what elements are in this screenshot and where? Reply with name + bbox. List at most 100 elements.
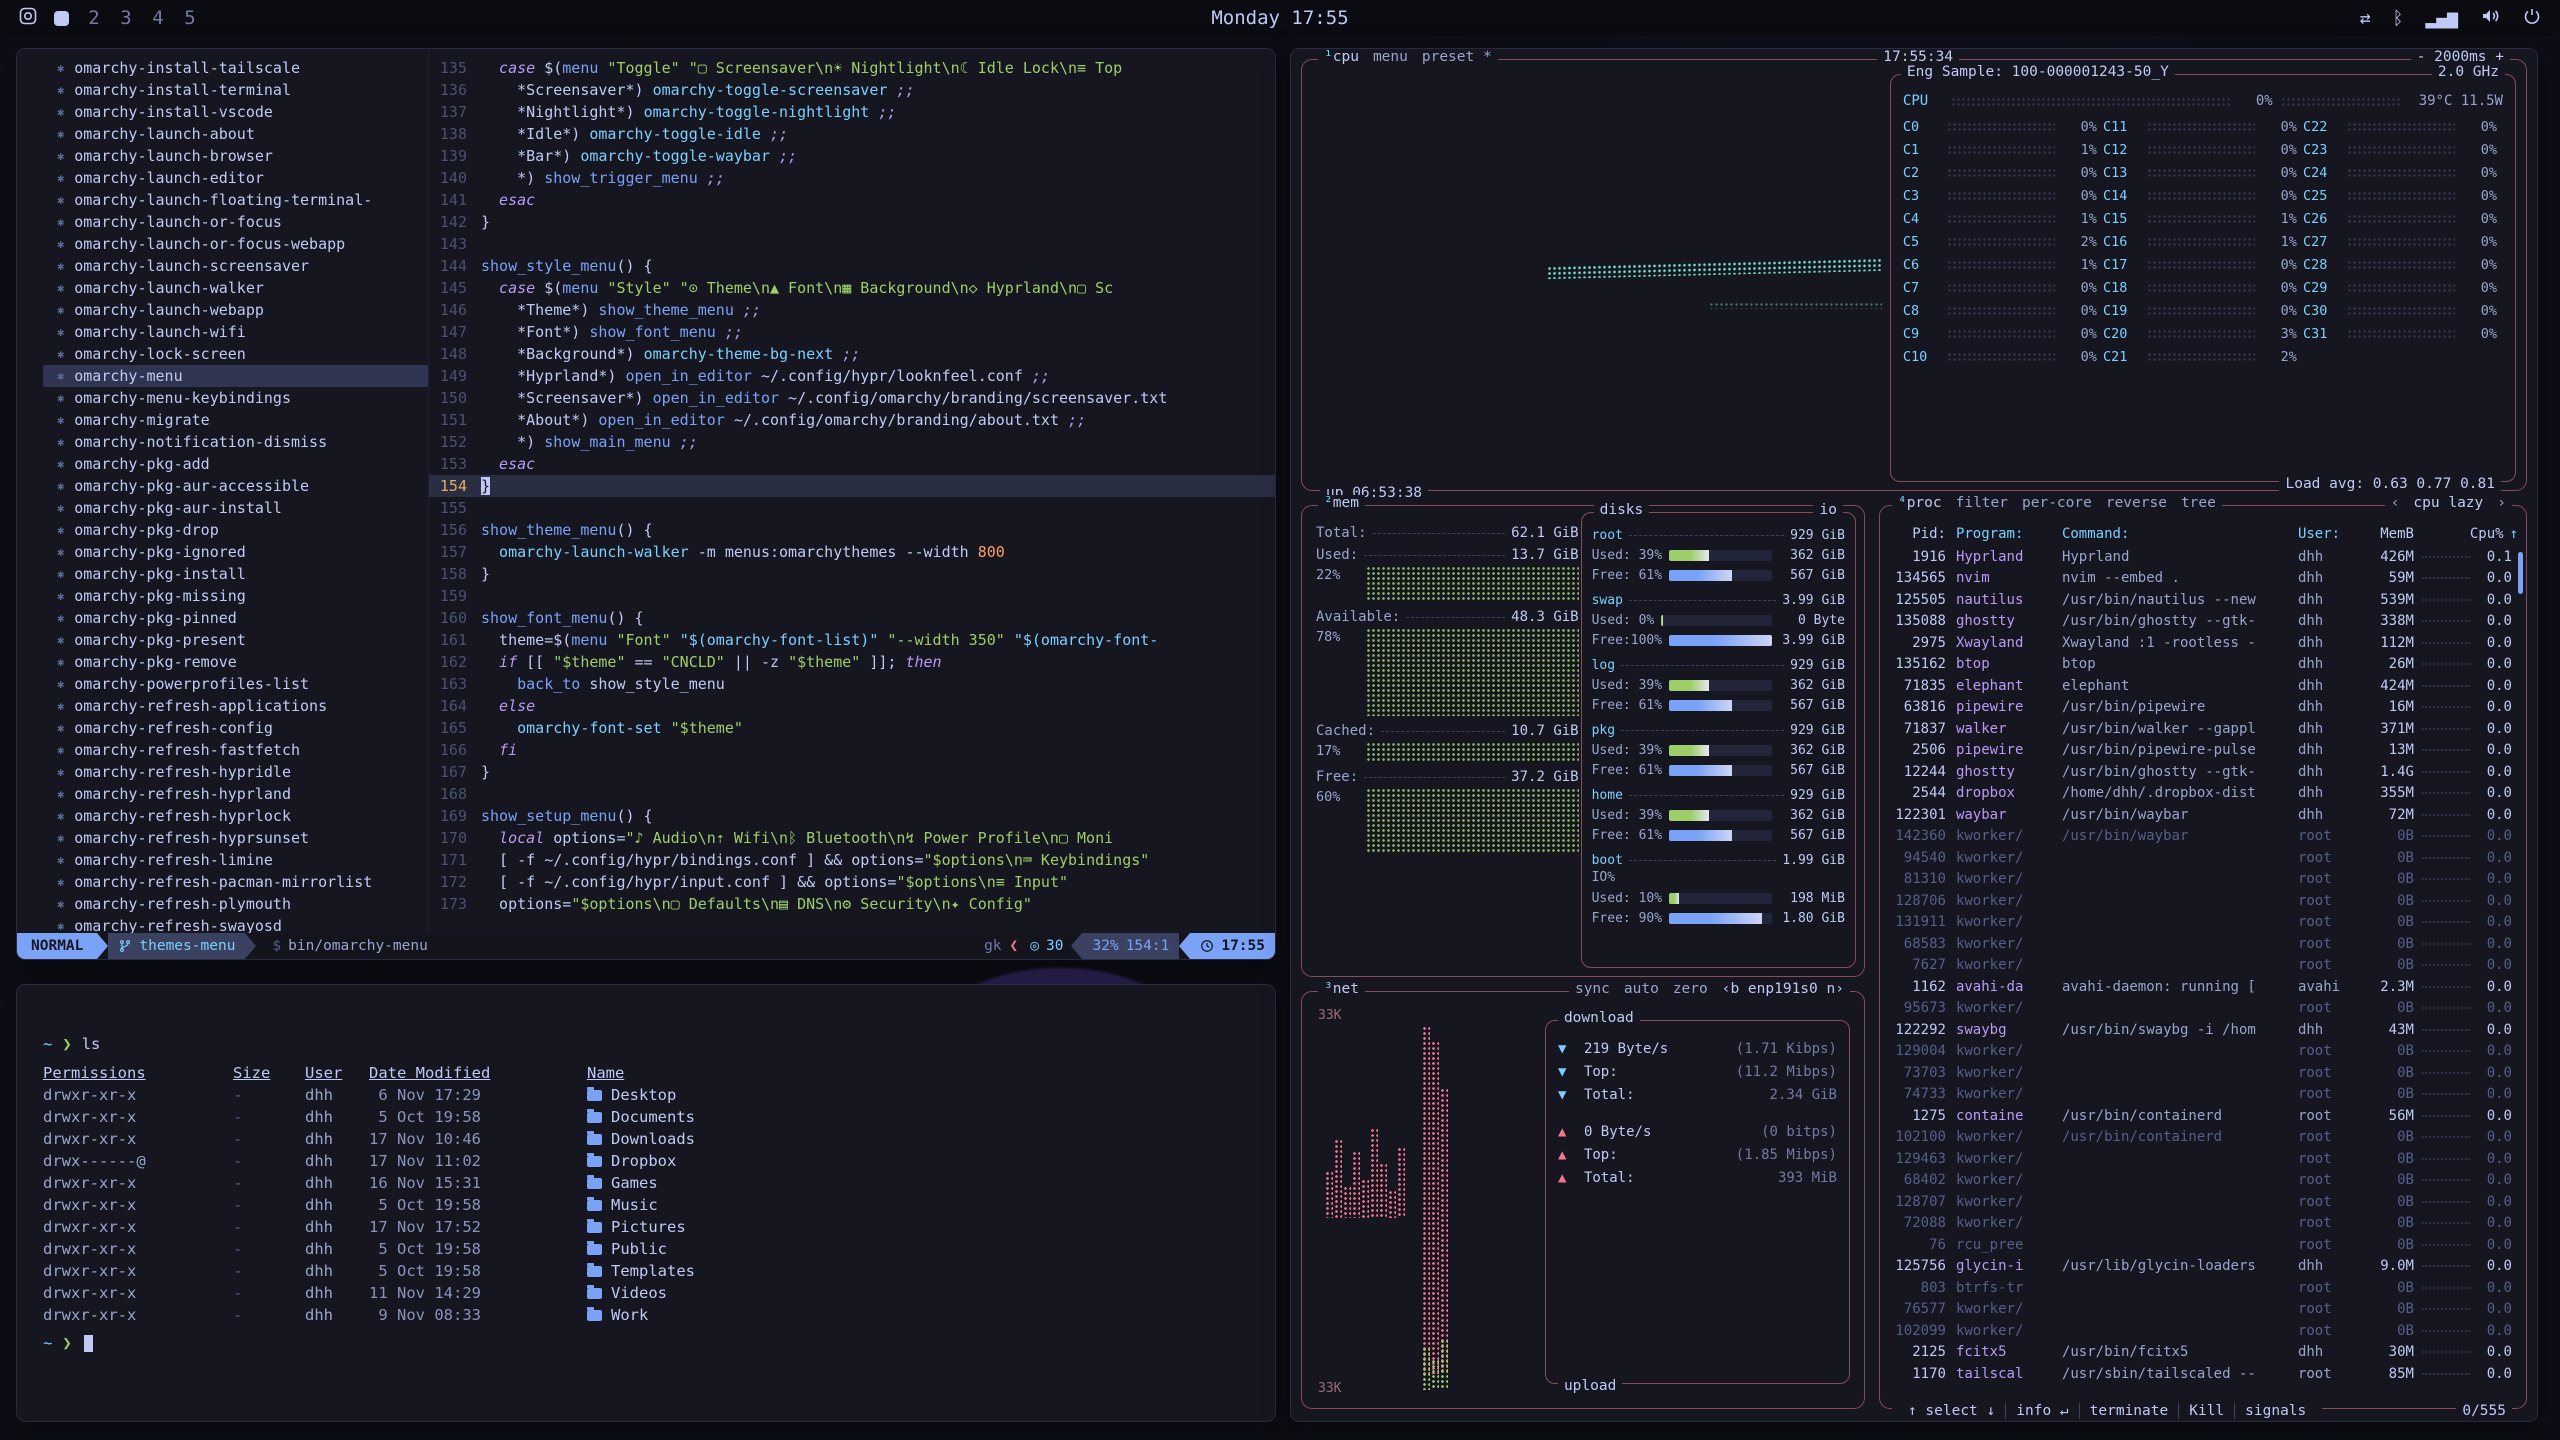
proc-footer-action[interactable]: terminate [2080, 1403, 2180, 1419]
reverse-toggle[interactable]: reverse [2106, 495, 2167, 511]
file-item[interactable]: ✱ omarchy-launch-webapp [43, 299, 428, 321]
process-row[interactable]: 74733 kworker/ root 0B 0.0 [1890, 1084, 2518, 1106]
net-auto-toggle[interactable]: auto [1624, 981, 1659, 997]
process-row[interactable]: 81310 kworker/ root 0B 0.0 [1890, 869, 2518, 891]
file-item[interactable]: ✱ omarchy-launch-about [43, 123, 428, 145]
file-item[interactable]: ✱ omarchy-refresh-hyprlock [43, 805, 428, 827]
net-sync-toggle[interactable]: sync [1575, 981, 1610, 997]
workspace-button[interactable]: 4 [151, 7, 165, 29]
process-row[interactable]: 134565 nvim nvim --embed . dhh 59M 0.0 [1890, 568, 2518, 590]
process-row[interactable]: 2125 fcitx5 /usr/bin/fcitx5 dhh 30M 0.0 [1890, 1342, 2518, 1364]
proc-footer-action[interactable]: Kill [2179, 1403, 2235, 1419]
process-row[interactable]: 128707 kworker/ root 0B 0.0 [1890, 1191, 2518, 1213]
file-item[interactable]: ✱ omarchy-pkg-present [43, 629, 428, 651]
net-zero-toggle[interactable]: zero [1673, 981, 1708, 997]
file-item[interactable]: ✱ omarchy-pkg-add [43, 453, 428, 475]
file-item[interactable]: ✱ omarchy-pkg-aur-accessible [43, 475, 428, 497]
process-row[interactable]: 76577 kworker/ root 0B 0.0 [1890, 1299, 2518, 1321]
tree-toggle[interactable]: tree [2181, 495, 2216, 511]
file-item[interactable]: ✱ omarchy-refresh-fastfetch [43, 739, 428, 761]
file-item[interactable]: ✱ omarchy-refresh-swayosd [43, 915, 428, 933]
sort-left-arrow[interactable]: ‹ [2391, 495, 2400, 511]
process-row[interactable]: 135162 btop btop dhh 26M 0.0 [1890, 654, 2518, 676]
process-row[interactable]: 1162 avahi-da avahi-daemon: running [ av… [1890, 976, 2518, 998]
file-item[interactable]: ✱ omarchy-refresh-applications [43, 695, 428, 717]
process-row[interactable]: 12244 ghostty /usr/bin/ghostty --gtk- dh… [1890, 761, 2518, 783]
file-item[interactable]: ✱ omarchy-pkg-aur-install [43, 497, 428, 519]
file-item[interactable]: ✱ omarchy-refresh-hyprland [43, 783, 428, 805]
process-row[interactable]: 2975 Xwayland Xwayland :1 -rootless - dh… [1890, 632, 2518, 654]
prompt-line[interactable]: ~ ❯ [43, 1332, 1275, 1355]
file-item[interactable]: ✱ omarchy-launch-editor [43, 167, 428, 189]
preset-button[interactable]: preset * [1422, 49, 1492, 65]
file-item[interactable]: ✱ omarchy-pkg-missing [43, 585, 428, 607]
stats-icon[interactable]: ▂▄▆ [2425, 8, 2458, 29]
process-row[interactable]: 94540 kworker/ root 0B 0.0 [1890, 847, 2518, 869]
file-item[interactable]: ✱ omarchy-refresh-limine [43, 849, 428, 871]
process-row[interactable]: 142360 kworker/ /usr/bin/waybar root 0B … [1890, 826, 2518, 848]
process-row[interactable]: 68402 kworker/ root 0B 0.0 [1890, 1170, 2518, 1192]
process-header-row[interactable]: Pid: Program: Command: User: MemB Cpu% ↑ [1890, 522, 2518, 546]
file-item[interactable]: ✱ omarchy-launch-walker [43, 277, 428, 299]
process-row[interactable]: 63816 pipewire /usr/bin/pipewire dhh 16M… [1890, 697, 2518, 719]
shell-terminal-window[interactable]: ~ ❯ ls Permissions Size User Date Modifi… [16, 984, 1276, 1422]
workspace-button[interactable] [54, 11, 69, 26]
proc-scrollbar[interactable] [2518, 552, 2523, 594]
file-item[interactable]: ✱ omarchy-menu [43, 365, 428, 387]
file-item[interactable]: ✱ omarchy-launch-or-focus-webapp [43, 233, 428, 255]
process-row[interactable]: 135088 ghostty /usr/bin/ghostty --gtk- d… [1890, 611, 2518, 633]
file-item[interactable]: ✱ omarchy-refresh-pacman-mirrorlist [43, 871, 428, 893]
file-item[interactable]: ✱ omarchy-pkg-pinned [43, 607, 428, 629]
process-row[interactable]: 102099 kworker/ root 0B 0.0 [1890, 1320, 2518, 1342]
process-row[interactable]: 131911 kworker/ root 0B 0.0 [1890, 912, 2518, 934]
process-row[interactable]: 68583 kworker/ root 0B 0.0 [1890, 933, 2518, 955]
tab-io[interactable]: io [1813, 502, 1842, 518]
tab-disks[interactable]: disks [1594, 502, 1650, 518]
process-row[interactable]: 71835 elephant elephant dhh 424M 0.0 [1890, 675, 2518, 697]
proc-footer-action[interactable]: ↑ select ↓ [1898, 1403, 2006, 1419]
process-row[interactable]: 2506 pipewire /usr/bin/pipewire-pulse dh… [1890, 740, 2518, 762]
workspace-button[interactable]: 2 [87, 7, 101, 29]
process-row[interactable]: 72088 kworker/ root 0B 0.0 [1890, 1213, 2518, 1235]
process-row[interactable]: 125756 glycin-i /usr/lib/glycin-loaders … [1890, 1256, 2518, 1278]
file-item[interactable]: ✱ omarchy-launch-wifi [43, 321, 428, 343]
net-interface[interactable]: ‹b enp191s0 n› [1722, 981, 1844, 997]
process-row[interactable]: 102100 kworker/ /usr/bin/containerd root… [1890, 1127, 2518, 1149]
file-item[interactable]: ✱ omarchy-pkg-drop [43, 519, 428, 541]
process-row[interactable]: 803 btrfs-tr root 0B 0.0 [1890, 1277, 2518, 1299]
file-item[interactable]: ✱ omarchy-launch-floating-terminal- [43, 189, 428, 211]
process-row[interactable]: 1170 tailscal /usr/sbin/tailscaled -- ro… [1890, 1363, 2518, 1385]
process-row[interactable]: 1916 Hyprland Hyprland dhh 426M 0.1 [1890, 546, 2518, 568]
process-row[interactable]: 129463 kworker/ root 0B 0.0 [1890, 1148, 2518, 1170]
process-row[interactable]: 129004 kworker/ root 0B 0.0 [1890, 1041, 2518, 1063]
file-item[interactable]: ✱ omarchy-launch-browser [43, 145, 428, 167]
file-item[interactable]: ✱ omarchy-install-tailscale [43, 57, 428, 79]
nvim-file-list[interactable]: ✱ omarchy-install-tailscale ✱ omarchy-in… [17, 49, 429, 933]
process-row[interactable]: 76 rcu_pree root 0B 0.0 [1890, 1234, 2518, 1256]
per-core-toggle[interactable]: per-core [2022, 495, 2092, 511]
file-item[interactable]: ✱ omarchy-pkg-remove [43, 651, 428, 673]
file-item[interactable]: ✱ omarchy-launch-screensaver [43, 255, 428, 277]
workspace-button[interactable]: 5 [183, 7, 197, 29]
sort-right-arrow[interactable]: › [2497, 495, 2506, 511]
file-item[interactable]: ✱ omarchy-launch-or-focus [43, 211, 428, 233]
process-row[interactable]: 73703 kworker/ root 0B 0.0 [1890, 1062, 2518, 1084]
workspace-button[interactable]: 3 [119, 7, 133, 29]
proc-footer-action[interactable]: signals [2235, 1403, 2316, 1419]
process-row[interactable]: 71837 walker /usr/bin/walker --gappl dhh… [1890, 718, 2518, 740]
process-row[interactable]: 7627 kworker/ root 0B 0.0 [1890, 955, 2518, 977]
nvim-code-buffer[interactable]: 135 case $(menu "Toggle" "▢ Screensaver\… [429, 49, 1275, 933]
process-row[interactable]: 125505 nautilus /usr/bin/nautilus --new … [1890, 589, 2518, 611]
update-interval[interactable]: - 2000ms + [2411, 49, 2510, 65]
file-item[interactable]: ✱ omarchy-powerprofiles-list [43, 673, 428, 695]
volume-icon[interactable] [2480, 6, 2500, 31]
process-row[interactable]: 122292 swaybg /usr/bin/swaybg -i /hom dh… [1890, 1019, 2518, 1041]
file-item[interactable]: ✱ omarchy-notification-dismiss [43, 431, 428, 453]
file-item[interactable]: ✱ omarchy-refresh-hypridle [43, 761, 428, 783]
proc-footer-action[interactable]: info ↵ [2006, 1403, 2079, 1419]
launcher-icon[interactable] [18, 6, 38, 31]
file-item[interactable]: ✱ omarchy-refresh-hyprsunset [43, 827, 428, 849]
file-item[interactable]: ✱ omarchy-lock-screen [43, 343, 428, 365]
process-row[interactable]: 95673 kworker/ root 0B 0.0 [1890, 998, 2518, 1020]
process-row[interactable]: 1275 containe /usr/bin/containerd root 5… [1890, 1105, 2518, 1127]
